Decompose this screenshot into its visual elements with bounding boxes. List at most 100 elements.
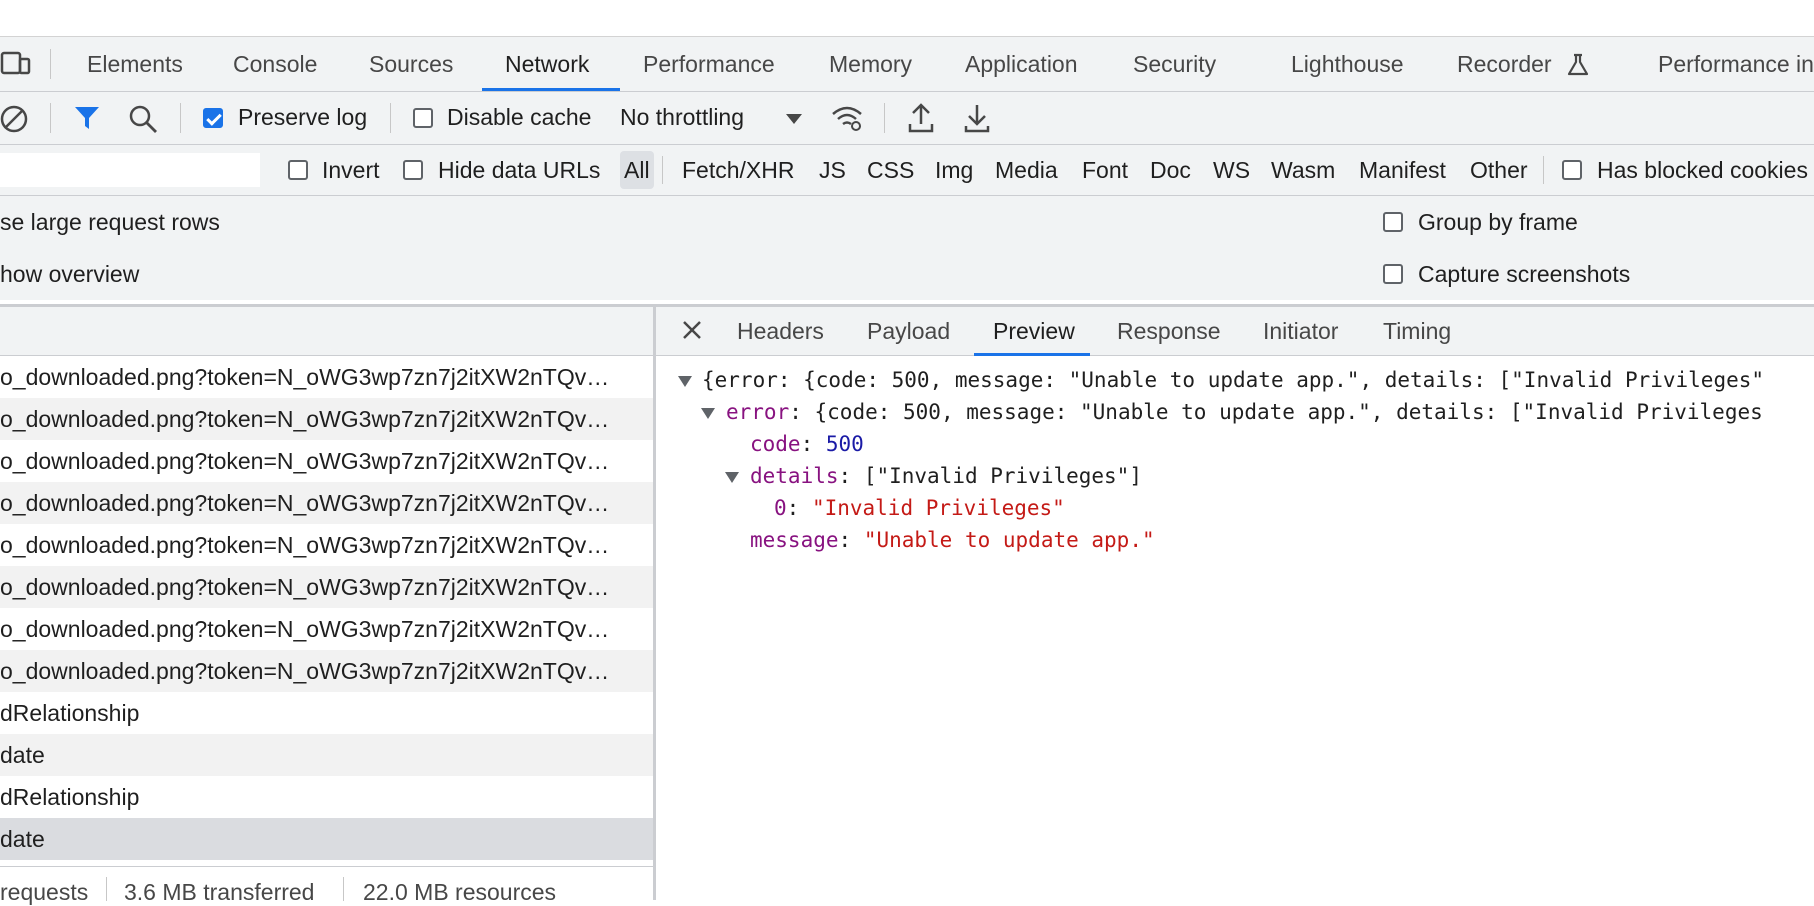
filter-type-doc[interactable]: Doc	[1150, 145, 1191, 195]
table-row[interactable]: o_downloaded.png?token=N_oWG3wp7zn7j2itX…	[0, 566, 653, 608]
has-blocked-cookies-checkbox[interactable]	[1562, 160, 1582, 180]
devtools-top-strip	[0, 0, 1814, 37]
tab-performance[interactable]: Performance	[643, 37, 775, 91]
table-row[interactable]: dRelationship	[0, 776, 653, 818]
preserve-log-checkbox[interactable]	[203, 108, 223, 128]
json-colon: :	[838, 464, 864, 488]
hide-data-urls-label[interactable]: Hide data URLs	[438, 157, 600, 184]
table-row[interactable]: o_downloaded.png?token=N_oWG3wp7zn7j2itX…	[0, 608, 653, 650]
request-name: dRelationship	[0, 700, 140, 726]
table-row-selected[interactable]: date	[0, 818, 653, 860]
chevron-down-icon[interactable]	[785, 112, 803, 130]
active-tab-indicator	[482, 88, 620, 91]
divider	[390, 103, 391, 133]
options-row-1: se large request rows Group by frame	[0, 196, 1814, 248]
group-by-frame-label[interactable]: Group by frame	[1418, 209, 1578, 236]
json-colon: :	[789, 400, 815, 424]
json-key: 0	[774, 496, 787, 520]
filter-type-other[interactable]: Other	[1470, 145, 1528, 195]
tab-initiator[interactable]: Initiator	[1263, 307, 1338, 356]
preview-message-line: message: "Unable to update app."	[750, 528, 1155, 552]
large-request-rows-label[interactable]: se large request rows	[0, 209, 220, 236]
capture-screenshots-checkbox[interactable]	[1383, 264, 1403, 284]
hide-data-urls-checkbox[interactable]	[403, 160, 423, 180]
filter-icon[interactable]	[73, 104, 101, 137]
preview-error-line: error: {code: 500, message: "Unable to u…	[726, 400, 1763, 424]
filter-type-ws[interactable]: WS	[1213, 145, 1250, 195]
disable-cache-label[interactable]: Disable cache	[447, 104, 591, 131]
filter-type-font[interactable]: Font	[1082, 145, 1128, 195]
tab-application[interactable]: Application	[965, 37, 1078, 91]
preserve-log-label[interactable]: Preserve log	[238, 104, 367, 131]
table-row[interactable]: date	[0, 734, 653, 776]
json-colon: :	[786, 496, 812, 520]
throttling-select[interactable]: No throttling	[620, 104, 744, 131]
request-name: o_downloaded.png?token=N_oWG3wp7zn7j2itX…	[0, 574, 610, 600]
request-name: dRelationship	[0, 784, 140, 810]
download-icon[interactable]	[963, 102, 991, 139]
clear-icon[interactable]	[0, 104, 30, 139]
capture-screenshots-label[interactable]: Capture screenshots	[1418, 261, 1630, 288]
filter-type-media[interactable]: Media	[995, 145, 1058, 195]
device-toolbar-icon[interactable]	[0, 51, 32, 82]
tab-memory[interactable]: Memory	[829, 37, 912, 91]
filter-type-js[interactable]: JS	[819, 145, 846, 195]
show-overview-label[interactable]: how overview	[0, 261, 139, 288]
filter-type-wasm[interactable]: Wasm	[1271, 145, 1335, 195]
filter-input[interactable]	[0, 153, 260, 187]
filter-bar: Invert Hide data URLs All Fetch/XHR JS C…	[0, 145, 1814, 196]
divider	[50, 49, 51, 79]
expand-triangle-icon[interactable]	[725, 472, 739, 483]
tab-lighthouse[interactable]: Lighthouse	[1291, 37, 1404, 91]
table-row[interactable]: o_downloaded.png?token=N_oWG3wp7zn7j2itX…	[0, 482, 653, 524]
tab-recorder[interactable]: Recorder	[1457, 37, 1552, 91]
json-string: "Unable to update app."	[863, 528, 1155, 552]
tab-response[interactable]: Response	[1117, 307, 1221, 356]
json-key: error	[726, 400, 790, 424]
tab-headers[interactable]: Headers	[737, 307, 824, 356]
request-name: date	[0, 742, 45, 768]
json-value: {code: 500, message: "Unable to update a…	[814, 400, 1763, 424]
expand-triangle-icon[interactable]	[701, 408, 715, 419]
tab-preview[interactable]: Preview	[993, 307, 1075, 356]
table-row[interactable]: o_downloaded.png?token=N_oWG3wp7zn7j2itX…	[0, 398, 653, 440]
tab-security[interactable]: Security	[1133, 37, 1216, 91]
tab-payload[interactable]: Payload	[867, 307, 950, 356]
table-row[interactable]: o_downloaded.png?token=N_oWG3wp7zn7j2itX…	[0, 440, 653, 482]
filter-type-fetch-xhr[interactable]: Fetch/XHR	[682, 145, 794, 195]
filter-type-css[interactable]: CSS	[867, 145, 914, 195]
close-icon[interactable]	[681, 319, 703, 346]
disable-cache-checkbox[interactable]	[413, 108, 433, 128]
filter-type-all[interactable]: All	[620, 151, 654, 189]
tab-console[interactable]: Console	[233, 37, 317, 91]
json-string: "Invalid Privileges"	[811, 496, 1065, 520]
table-row[interactable]: o_downloaded.png?token=N_oWG3wp7zn7j2itX…	[0, 524, 653, 566]
search-icon[interactable]	[128, 104, 158, 139]
tab-performance-insights[interactable]: Performance in	[1658, 37, 1814, 91]
json-colon: :	[838, 528, 864, 552]
network-conditions-icon[interactable]	[830, 103, 864, 138]
request-count: requests	[0, 879, 89, 905]
tab-network[interactable]: Network	[505, 37, 589, 91]
expand-triangle-icon[interactable]	[678, 376, 692, 387]
filter-type-img[interactable]: Img	[935, 145, 973, 195]
request-list-header	[0, 304, 653, 356]
tab-elements[interactable]: Elements	[87, 37, 183, 91]
upload-icon[interactable]	[907, 102, 935, 139]
table-row[interactable]: dRelationship	[0, 692, 653, 734]
options-row-2: how overview Capture screenshots	[0, 248, 1814, 300]
divider	[884, 103, 885, 133]
invert-label[interactable]: Invert	[322, 157, 380, 184]
table-row[interactable]: o_downloaded.png?token=N_oWG3wp7zn7j2itX…	[0, 650, 653, 692]
table-row[interactable]: o_downloaded.png?token=N_oWG3wp7zn7j2itX…	[0, 356, 653, 398]
has-blocked-cookies-label[interactable]: Has blocked cookies	[1597, 157, 1808, 184]
resources-size: 22.0 MB resources	[363, 879, 557, 905]
preview-root-line: {error: {code: 500, message: "Unable to …	[702, 368, 1765, 392]
filter-type-manifest[interactable]: Manifest	[1359, 145, 1446, 195]
group-by-frame-checkbox[interactable]	[1383, 212, 1403, 232]
flask-icon	[1565, 52, 1591, 83]
tab-sources[interactable]: Sources	[369, 37, 453, 91]
json-key: code	[750, 432, 801, 456]
tab-timing[interactable]: Timing	[1383, 307, 1451, 356]
invert-checkbox[interactable]	[288, 160, 308, 180]
